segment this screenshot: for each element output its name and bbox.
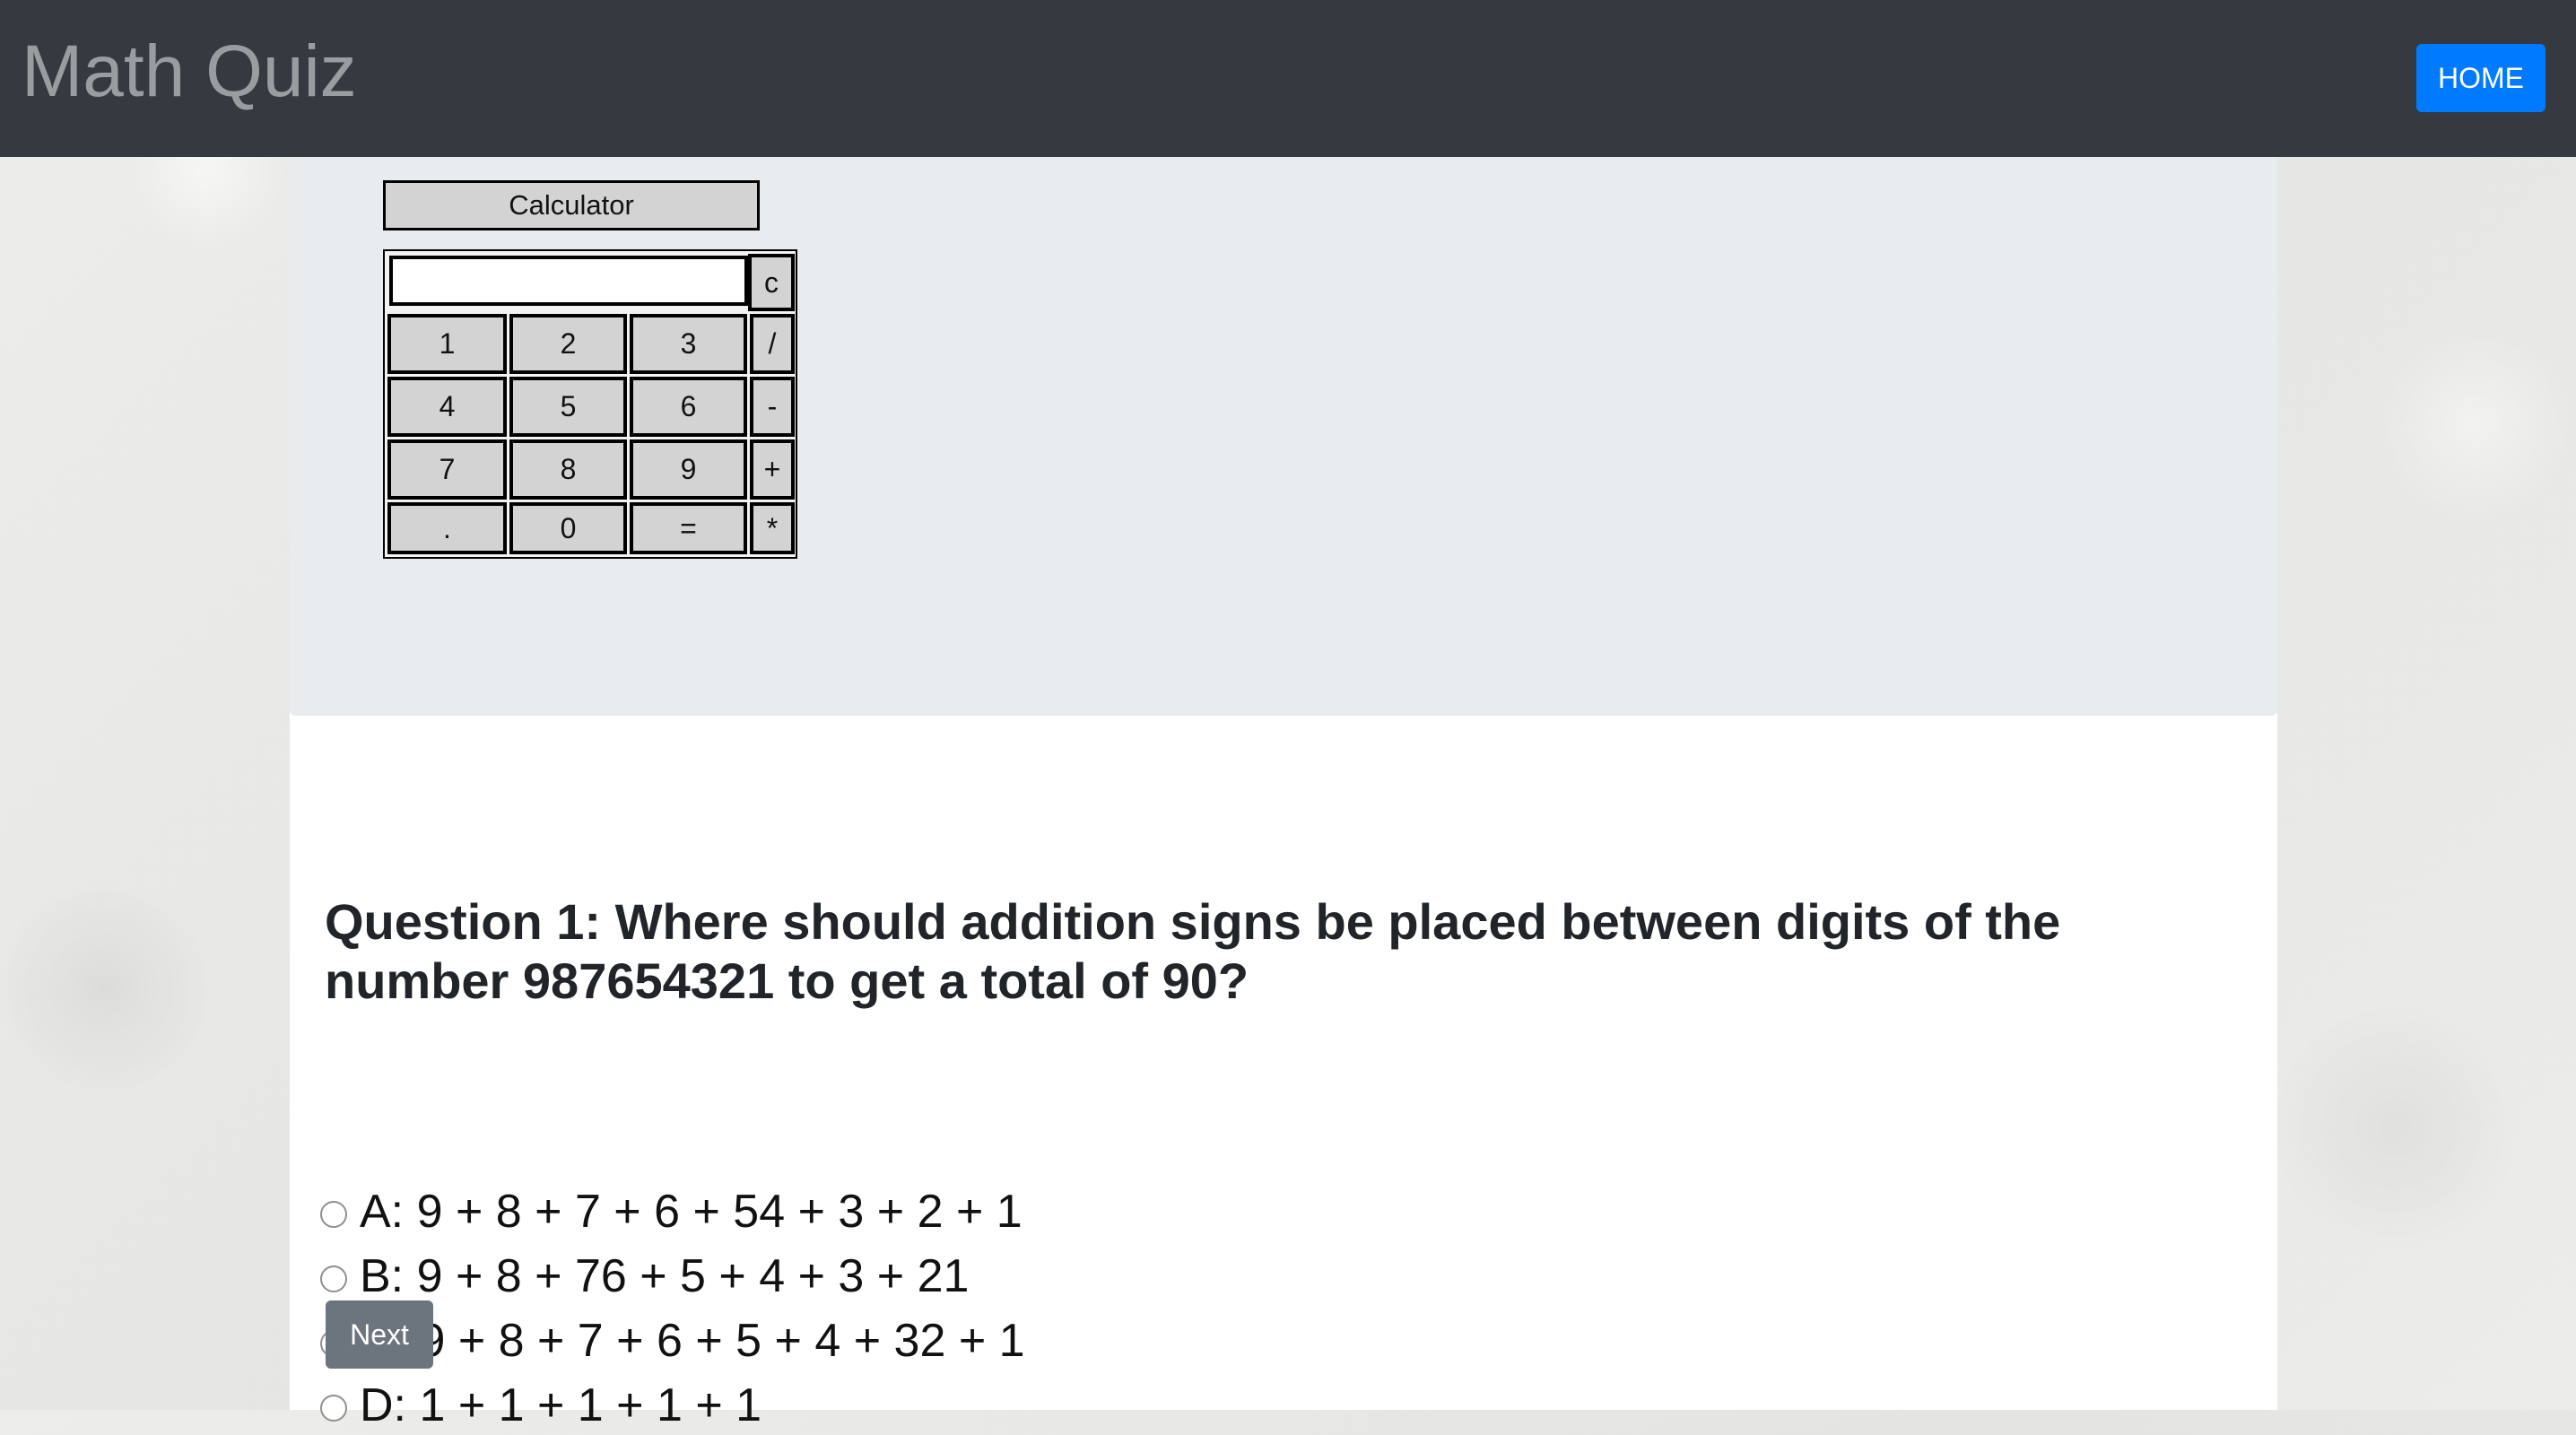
main-container: Calculator c 1 2 3 / 4 5 6 - 7 8 9 + . 0…: [290, 157, 2277, 1431]
key-8[interactable]: 8: [509, 439, 627, 500]
key-6[interactable]: 6: [630, 377, 747, 437]
calculator-panel: Calculator c 1 2 3 / 4 5 6 - 7 8 9 + . 0…: [290, 157, 2277, 716]
brand-title[interactable]: Math Quiz: [22, 27, 357, 117]
key-4[interactable]: 4: [387, 377, 507, 437]
navbar: Math Quiz HOME: [0, 0, 2576, 157]
option-c-label[interactable]: C: 9 + 8 + 7 + 6 + 5 + 4 + 32 + 1: [360, 1311, 1025, 1370]
calculator-display[interactable]: [389, 256, 748, 306]
key-5[interactable]: 5: [509, 377, 627, 437]
question-text: Question 1: Where should addition signs …: [325, 893, 2061, 1009]
key-equals[interactable]: =: [630, 502, 747, 554]
key-2[interactable]: 2: [509, 314, 627, 374]
option-a-radio[interactable]: [320, 1201, 347, 1228]
option-b-label[interactable]: B: 9 + 8 + 76 + 5 + 4 + 3 + 21: [360, 1247, 969, 1306]
key-7[interactable]: 7: [387, 439, 507, 500]
option-a-label[interactable]: A: 9 + 8 + 7 + 6 + 54 + 3 + 2 + 1: [360, 1182, 1023, 1241]
calculator: c 1 2 3 / 4 5 6 - 7 8 9 + . 0 = *: [383, 249, 797, 559]
option-d-label[interactable]: D: 1 + 1 + 1 + 1 + 1: [360, 1376, 761, 1435]
home-button[interactable]: HOME: [2416, 44, 2546, 112]
key-decimal[interactable]: .: [387, 502, 507, 554]
calculator-title: Calculator: [383, 180, 760, 230]
key-0[interactable]: 0: [509, 502, 627, 554]
key-multiply[interactable]: *: [750, 502, 795, 554]
option-a[interactable]: A: 9 + 8 + 7 + 6 + 54 + 3 + 2 + 1: [320, 1182, 1397, 1241]
key-subtract[interactable]: -: [750, 377, 795, 437]
key-1[interactable]: 1: [387, 314, 507, 374]
key-add[interactable]: +: [750, 439, 795, 500]
option-d[interactable]: D: 1 + 1 + 1 + 1 + 1: [320, 1376, 1397, 1435]
next-button[interactable]: Next: [326, 1300, 433, 1369]
option-b-radio[interactable]: [320, 1265, 347, 1292]
key-9[interactable]: 9: [630, 439, 747, 500]
key-3[interactable]: 3: [630, 314, 747, 374]
clear-key[interactable]: c: [748, 254, 795, 311]
key-divide[interactable]: /: [750, 314, 795, 374]
option-b[interactable]: B: 9 + 8 + 76 + 5 + 4 + 3 + 21: [320, 1247, 1397, 1306]
option-c[interactable]: C: 9 + 8 + 7 + 6 + 5 + 4 + 32 + 1: [320, 1311, 1397, 1370]
option-d-radio[interactable]: [320, 1395, 347, 1422]
